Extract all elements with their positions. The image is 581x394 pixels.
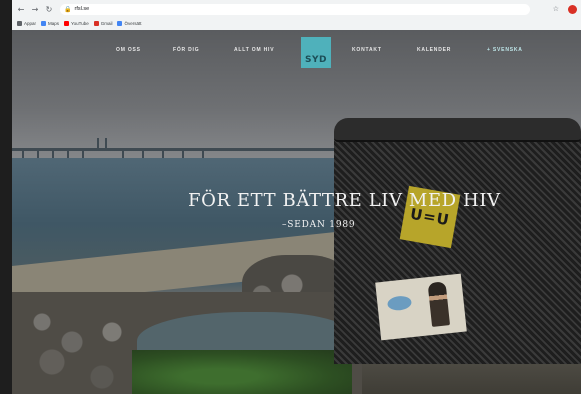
extensions-icon[interactable]: ☆ — [553, 5, 559, 13]
bookmark-youtube[interactable]: YouTube — [64, 21, 89, 26]
bookmark-label: Maps — [48, 21, 60, 26]
nav-for-you[interactable]: FÖR DIG — [173, 47, 199, 53]
browser-window: ← → ↻ 🔒 rfsl.se ☆ Appar Maps YouTube Gma… — [12, 0, 581, 394]
forward-icon[interactable]: → — [30, 4, 40, 14]
trash-bin-lid — [334, 118, 581, 142]
reload-icon[interactable]: ↻ — [44, 4, 54, 14]
site-logo[interactable]: SYD — [301, 37, 331, 68]
apps-grid-icon — [17, 21, 22, 26]
gmail-icon — [93, 21, 99, 26]
sticker-badge — [386, 295, 413, 312]
bookmark-translate[interactable]: Översätt — [117, 21, 142, 26]
sticker-person — [427, 281, 451, 327]
nav-language[interactable]: + SVENSKA — [487, 47, 523, 53]
nav-calendar[interactable]: KALENDER — [417, 47, 451, 53]
url-field[interactable]: 🔒 rfsl.se — [60, 3, 530, 15]
back-icon[interactable]: ← — [16, 4, 26, 14]
bookmark-apps[interactable]: Appar — [17, 21, 36, 26]
hero-heading: FÖR ETT BÄTTRE LIV MED HIV — [188, 190, 501, 211]
bookmarks-bar: Appar Maps YouTube Gmail Översätt — [12, 18, 581, 29]
shrubs — [132, 350, 352, 394]
lock-icon: 🔒 — [64, 5, 72, 13]
address-bar-row: ← → ↻ 🔒 rfsl.se ☆ — [12, 2, 581, 16]
bookmark-label: YouTube — [71, 21, 89, 26]
nav-all-about-hiv[interactable]: ALLT OM HIV — [234, 47, 274, 53]
logo-text: SYD — [305, 55, 327, 65]
bookmark-label: Gmail — [100, 21, 113, 26]
bookmark-gmail[interactable]: Gmail — [93, 21, 113, 26]
url-text: rfsl.se — [74, 6, 90, 12]
bridge-image — [12, 138, 342, 158]
nav-about[interactable]: OM OSS — [116, 47, 141, 53]
hero-subheading: –SEDAN 1989 — [282, 220, 356, 230]
maps-icon — [41, 21, 47, 26]
profile-avatar[interactable] — [568, 5, 577, 14]
bookmark-maps[interactable]: Maps — [41, 21, 59, 26]
nav-contact[interactable]: KONTAKT — [352, 47, 382, 53]
translate-icon — [117, 21, 123, 26]
photo-sticker — [375, 273, 467, 341]
youtube-icon — [64, 21, 70, 26]
bookmark-label: Översätt — [124, 21, 142, 26]
browser-chrome: ← → ↻ 🔒 rfsl.se ☆ Appar Maps YouTube Gma… — [12, 0, 581, 30]
bookmark-label: Appar — [24, 21, 37, 26]
